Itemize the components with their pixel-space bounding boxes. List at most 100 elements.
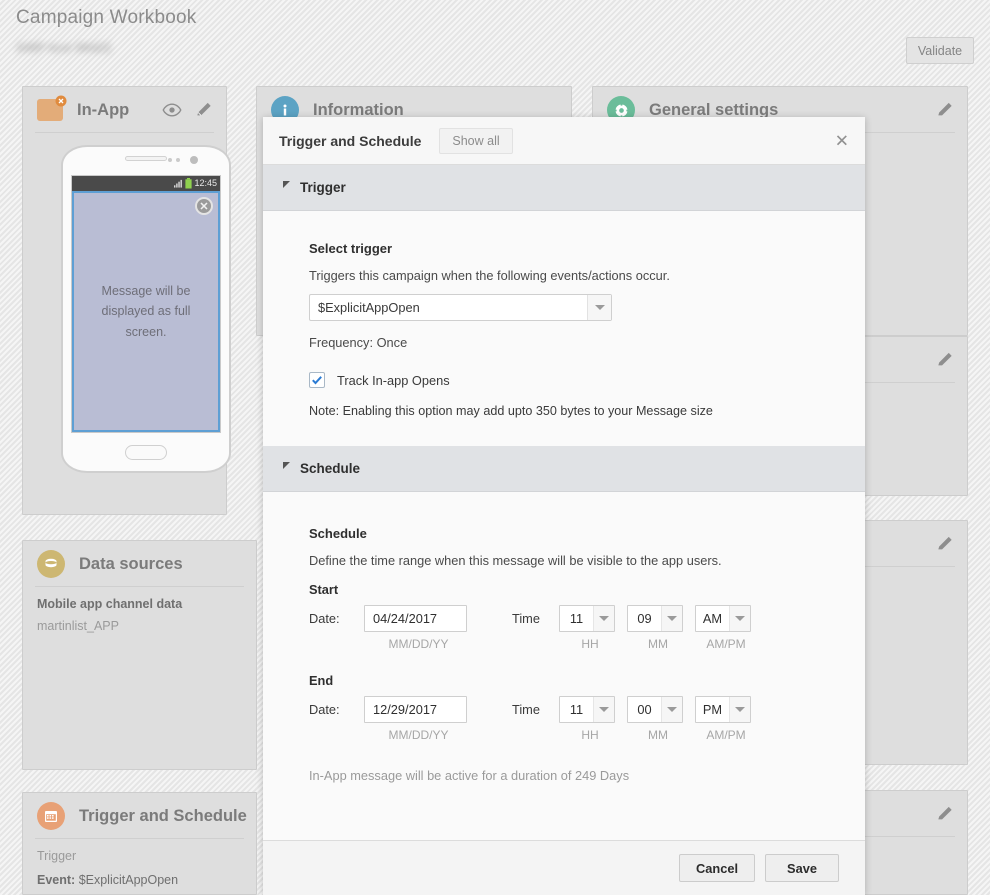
- collapse-caret-icon: [283, 181, 290, 188]
- end-group-label: End: [309, 673, 334, 688]
- pencil-icon[interactable]: [194, 100, 214, 120]
- start-hour-value: 11: [569, 611, 584, 626]
- chevron-down-icon: [593, 606, 614, 631]
- end-date-label: Date:: [309, 702, 340, 717]
- cancel-button-label: Cancel: [696, 860, 738, 876]
- track-in-app-opens-label: Track In-app Opens: [337, 372, 450, 388]
- card-data-sources-header: Data sources: [23, 541, 256, 587]
- phone-message-area: ✕ Message will be displayed as full scre…: [72, 191, 220, 432]
- trigger-select-value: $ExplicitAppOpen: [318, 300, 420, 315]
- end-date-hint: MM/DD/YY: [388, 728, 449, 742]
- check-icon: [312, 376, 322, 385]
- start-date-label: Date:: [309, 611, 340, 626]
- trigger-schedule-modal: Trigger and Schedule Show all ✕ Trigger …: [263, 117, 865, 895]
- schedule-label: Schedule: [309, 526, 367, 541]
- cancel-button[interactable]: Cancel: [679, 854, 755, 882]
- phone-preview: 12:45 ✕ Message will be displayed as ful…: [61, 145, 231, 473]
- pencil-icon[interactable]: [935, 804, 955, 824]
- section-body-trigger: Select trigger Triggers this campaign wh…: [263, 211, 865, 446]
- battery-icon: [185, 178, 193, 189]
- end-ampm-hint: AM/PM: [706, 728, 746, 742]
- chevron-down-icon: [593, 697, 614, 722]
- card-in-app-header: In-App: [23, 87, 226, 133]
- signal-icon: [174, 179, 183, 188]
- phone-close-icon[interactable]: ✕: [195, 197, 213, 215]
- chevron-down-icon: [661, 606, 682, 631]
- select-trigger-label: Select trigger: [309, 241, 393, 256]
- start-hints: MM/DD/YY HH MM AM/PM: [309, 637, 819, 651]
- end-hour-select[interactable]: 11: [559, 696, 615, 723]
- schedule-help: Define the time range when this message …: [309, 553, 722, 568]
- end-hints: MM/DD/YY HH MM AM/PM: [309, 728, 819, 742]
- section-body-schedule: Schedule Define the time range when this…: [263, 492, 865, 805]
- phone-speaker: [125, 156, 167, 161]
- end-date-input[interactable]: 12/29/2017: [364, 696, 467, 723]
- collapse-caret-icon: [283, 462, 290, 469]
- card-trigger-schedule-header: Trigger and Schedule: [23, 793, 256, 839]
- save-button[interactable]: Save: [765, 854, 839, 882]
- validate-button-label: Validate: [917, 43, 963, 58]
- card-trigger-schedule: Trigger and Schedule Trigger Event: $Exp…: [22, 792, 257, 895]
- save-button-label: Save: [787, 860, 817, 876]
- start-date-hint: MM/DD/YY: [388, 637, 449, 651]
- pencil-icon[interactable]: [935, 100, 955, 120]
- frequency-row: Frequency: Once: [309, 335, 819, 350]
- pencil-icon[interactable]: [935, 534, 955, 554]
- modal-body: Trigger Select trigger Triggers this cam…: [263, 165, 865, 840]
- start-group-label: Start: [309, 582, 339, 597]
- pencil-icon[interactable]: [935, 350, 955, 370]
- end-row: Date: 12/29/2017 Time 11 00 PM: [309, 696, 819, 723]
- modal-header: Trigger and Schedule Show all ✕: [263, 117, 865, 165]
- data-sources-app: martinlist_APP: [37, 619, 119, 633]
- section-header-schedule[interactable]: Schedule: [263, 446, 865, 492]
- phone-sensor-dot-1: [168, 158, 172, 162]
- track-in-app-opens-row: Track In-app Opens: [309, 372, 819, 388]
- start-ampm-select[interactable]: AM: [695, 605, 751, 632]
- chevron-down-icon: [729, 606, 750, 631]
- end-ampm-select[interactable]: PM: [695, 696, 751, 723]
- start-mm-hint: MM: [648, 637, 668, 651]
- phone-status-time: 12:45: [194, 178, 217, 188]
- eye-icon[interactable]: [162, 100, 182, 120]
- end-mm-hint: MM: [648, 728, 668, 742]
- phone-message-text: Message will be displayed as full screen…: [101, 283, 191, 339]
- chevron-down-icon: [661, 697, 682, 722]
- section-header-trigger[interactable]: Trigger: [263, 165, 865, 211]
- page-title: Campaign Workbook: [16, 7, 197, 28]
- show-all-button[interactable]: Show all: [439, 127, 513, 154]
- phone-home-button: [125, 445, 167, 460]
- trigger-select[interactable]: $ExplicitAppOpen: [309, 294, 612, 321]
- show-all-label: Show all: [452, 133, 500, 148]
- start-minute-value: 09: [637, 611, 652, 626]
- modal-title: Trigger and Schedule: [279, 132, 422, 149]
- start-minute-select[interactable]: 09: [627, 605, 683, 632]
- start-ampm-hint: AM/PM: [706, 637, 746, 651]
- start-hh-hint: HH: [581, 637, 599, 651]
- phone-status-bar: 12:45: [72, 176, 220, 191]
- validate-button[interactable]: Validate: [906, 37, 974, 64]
- frequency-label: Frequency:: [309, 335, 374, 350]
- track-in-app-opens-checkbox[interactable]: [309, 372, 325, 388]
- duration-text: In-App message will be active for a dura…: [309, 768, 630, 783]
- track-in-app-opens-note: Note: Enabling this option may add upto …: [309, 404, 713, 418]
- trigger-schedule-event-value: $ExplicitAppOpen: [78, 873, 179, 887]
- section-title-schedule: Schedule: [300, 461, 361, 476]
- end-minute-value: 00: [637, 702, 652, 717]
- start-hour-select[interactable]: 11: [559, 605, 615, 632]
- close-icon[interactable]: ✕: [835, 132, 849, 149]
- in-app-icon: [37, 95, 67, 121]
- start-date-input[interactable]: 04/24/2017: [364, 605, 467, 632]
- data-sources-channel: Mobile app channel data: [37, 597, 183, 611]
- card-data-sources: Data sources Mobile app channel data mar…: [22, 540, 257, 770]
- card-in-app-title: In-App: [77, 100, 130, 119]
- end-hh-hint: HH: [581, 728, 599, 742]
- end-ampm-value: PM: [702, 702, 723, 717]
- end-minute-select[interactable]: 00: [627, 696, 683, 723]
- end-time-label: Time: [512, 702, 540, 717]
- end-hour-value: 11: [569, 702, 584, 717]
- phone-sensor-dot-2: [176, 158, 180, 162]
- start-time-label: Time: [512, 611, 540, 626]
- card-in-app: In-App 12:45 ✕ Message will be displayed…: [22, 86, 231, 515]
- database-icon: [37, 550, 65, 578]
- start-row: Date: 04/24/2017 Time 11 09 AM: [309, 605, 819, 632]
